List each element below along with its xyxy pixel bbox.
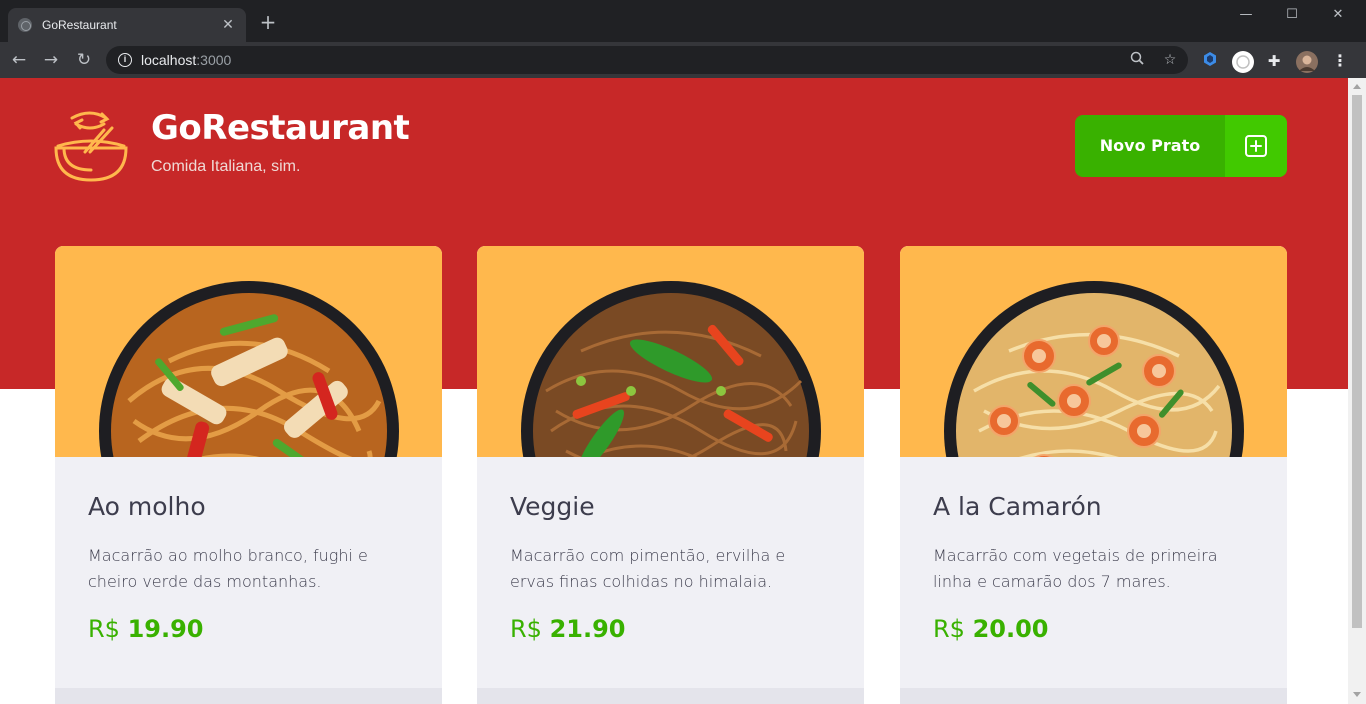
page-viewport: GoRestaurant Comida Italiana, sim. Novo … <box>0 78 1348 704</box>
food-list: Ao molho Macarrão ao molho branco, fughi… <box>55 246 1287 704</box>
menu-kebab-icon[interactable]: ⋮ <box>1330 51 1350 71</box>
price-value: 19.90 <box>127 615 204 643</box>
pasta-dish-image <box>944 281 1244 457</box>
food-details: A la Camarón Macarrão com vegetais de pr… <box>900 457 1287 688</box>
scroll-down-icon[interactable] <box>1353 692 1361 697</box>
brand-title: GoRestaurant <box>151 108 410 148</box>
page-scrollbar[interactable] <box>1348 78 1366 704</box>
food-price: R$ 19.90 <box>88 615 409 643</box>
url-host: localhost <box>141 52 197 68</box>
new-dish-label: Novo Prato <box>1099 136 1201 155</box>
extension-cube-icon[interactable] <box>1200 51 1220 71</box>
food-details: Veggie Macarrão com pimentão, ervilha e … <box>477 457 864 688</box>
food-price: R$ 20.00 <box>933 615 1254 643</box>
forward-icon[interactable]: → <box>40 50 62 70</box>
price-value: 20.00 <box>972 615 1049 643</box>
pasta-dish-image <box>99 281 399 457</box>
new-tab-button[interactable]: + <box>258 12 278 32</box>
food-actions-bar <box>55 688 442 704</box>
browser-tab-bar: GoRestaurant ✕ + — ☐ ✕ <box>0 0 1366 42</box>
price-currency: R$ <box>510 615 542 643</box>
url-port: :3000 <box>196 52 232 68</box>
maximize-icon[interactable]: ☐ <box>1280 6 1304 24</box>
food-details: Ao molho Macarrão ao molho branco, fughi… <box>55 457 442 688</box>
food-image-area <box>900 246 1287 457</box>
browser-tab[interactable]: GoRestaurant ✕ <box>8 8 246 42</box>
brand-subtitle: Comida Italiana, sim. <box>151 158 301 175</box>
food-actions-bar <box>900 688 1287 704</box>
scroll-up-icon[interactable] <box>1353 84 1361 89</box>
price-currency: R$ <box>88 615 120 643</box>
globe-icon <box>18 18 32 32</box>
zoom-icon[interactable] <box>1128 51 1146 69</box>
food-name: Ao molho <box>88 492 206 521</box>
reload-icon[interactable]: ↻ <box>73 50 95 70</box>
price-value: 21.90 <box>549 615 626 643</box>
tab-title: GoRestaurant <box>42 18 117 32</box>
food-actions-bar <box>477 688 864 704</box>
back-icon[interactable]: ← <box>8 50 30 70</box>
food-card: A la Camarón Macarrão com vegetais de pr… <box>900 246 1287 704</box>
food-name: Veggie <box>510 492 595 521</box>
price-currency: R$ <box>933 615 965 643</box>
avatar[interactable] <box>1296 51 1318 73</box>
bowl-icon <box>54 111 128 182</box>
minimize-icon[interactable]: — <box>1234 6 1258 24</box>
food-description: Macarrão com pimentão, ervilha e ervas f… <box>510 546 786 591</box>
puzzle-extensions-icon[interactable]: ✚ <box>1264 51 1284 71</box>
extension-circle-icon[interactable] <box>1232 51 1254 73</box>
new-dish-button[interactable]: Novo Prato <box>1075 115 1287 177</box>
food-description: Macarrão ao molho branco, fughi e cheiro… <box>88 546 368 591</box>
close-tab-icon[interactable]: ✕ <box>220 17 236 33</box>
info-icon[interactable]: i <box>118 53 132 67</box>
scrollbar-thumb[interactable] <box>1352 95 1362 628</box>
food-description: Macarrão com vegetais de primeira linha … <box>933 546 1218 591</box>
close-window-icon[interactable]: ✕ <box>1326 6 1350 24</box>
bookmark-star-icon[interactable]: ☆ <box>1161 51 1179 69</box>
food-image-area <box>55 246 442 457</box>
food-card: Ao molho Macarrão ao molho branco, fughi… <box>55 246 442 704</box>
browser-toolbar: ← → ↻ i localhost:3000 ☆ ✚ ⋮ <box>0 42 1366 78</box>
plus-square-icon <box>1225 115 1287 177</box>
address-bar[interactable]: i localhost:3000 ☆ <box>106 46 1188 74</box>
pasta-dish-image <box>521 281 821 457</box>
food-card: Veggie Macarrão com pimentão, ervilha e … <box>477 246 864 704</box>
food-image-area <box>477 246 864 457</box>
food-name: A la Camarón <box>933 492 1102 521</box>
food-price: R$ 21.90 <box>510 615 831 643</box>
